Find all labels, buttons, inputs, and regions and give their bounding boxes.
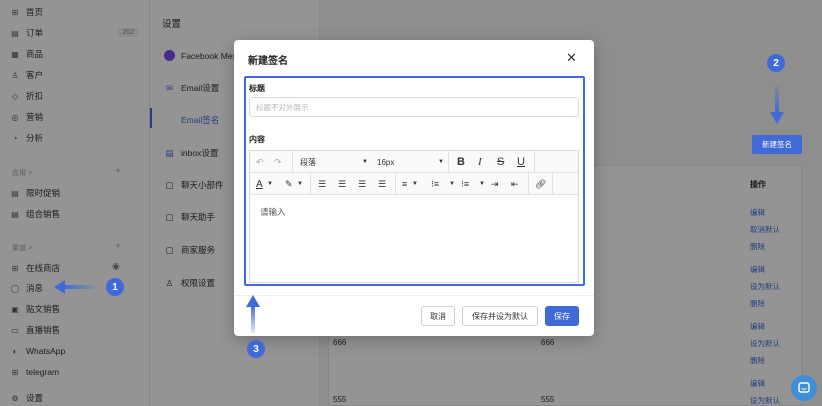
align-right-icon[interactable]: ☰ <box>358 177 366 191</box>
redo-icon[interactable]: ↷ <box>274 155 282 169</box>
chat-icon <box>798 382 810 393</box>
toolbar-divider <box>292 151 293 173</box>
annotation-arrow-left-icon <box>54 280 94 294</box>
highlight-color-icon[interactable]: ✎ <box>285 177 293 191</box>
toolbar-divider <box>534 151 535 173</box>
toolbar-divider <box>395 173 396 195</box>
font-color-icon[interactable]: A <box>256 177 263 191</box>
strikethrough-icon[interactable]: S <box>497 155 504 169</box>
chevron-down-icon[interactable]: ▼ <box>479 177 485 191</box>
font-size-select[interactable]: 16px <box>377 155 394 169</box>
paragraph-select[interactable]: 段落 <box>300 155 316 169</box>
new-signature-button[interactable]: 新建签名 <box>752 135 802 154</box>
chat-support-button[interactable] <box>791 375 817 401</box>
save-and-set-default-button[interactable]: 保存并设为默认 <box>462 306 538 326</box>
editor-placeholder: 请输入 <box>260 207 286 217</box>
toolbar-divider <box>552 173 553 195</box>
italic-icon[interactable]: I <box>478 155 482 169</box>
align-left-icon[interactable]: ☰ <box>318 177 326 191</box>
underline-icon[interactable]: U <box>517 155 525 169</box>
editor-toolbar-row-1: ↶ ↷ 段落 ▼ 16px ▼ B I S U <box>250 151 578 173</box>
bullet-list-icon[interactable]: ⁝≡ <box>431 177 439 191</box>
editor-content-area[interactable] <box>250 195 578 282</box>
outdent-icon[interactable]: ⇤ <box>511 177 519 191</box>
paragraph-select-value: 段落 <box>300 157 316 167</box>
chevron-down-icon[interactable]: ▼ <box>412 177 418 191</box>
undo-icon[interactable]: ↶ <box>256 155 264 169</box>
modal-footer-divider <box>234 295 594 296</box>
title-label: 标题 <box>249 84 265 93</box>
line-height-icon[interactable]: ≡ <box>402 177 407 191</box>
annotation-arrow-down-icon <box>770 86 784 124</box>
toolbar-divider <box>448 151 449 173</box>
align-center-icon[interactable]: ☰ <box>338 177 346 191</box>
chevron-down-icon[interactable]: ▼ <box>449 177 455 191</box>
save-button[interactable]: 保存 <box>545 306 579 326</box>
toolbar-divider <box>310 173 311 195</box>
signature-title-input[interactable] <box>249 97 579 117</box>
rich-text-editor: ↶ ↷ 段落 ▼ 16px ▼ B I S U A ▼ ✎ ▼ ☰ ☰ ☰ ☰ … <box>249 150 579 283</box>
indent-icon[interactable]: ⇥ <box>491 177 499 191</box>
cancel-button[interactable]: 取消 <box>421 306 455 326</box>
numbered-list-icon[interactable]: ⁝≡ <box>461 177 469 191</box>
chevron-down-icon[interactable]: ▼ <box>297 177 303 191</box>
chevron-down-icon[interactable]: ▼ <box>267 177 273 191</box>
annotation-number-3: 3 <box>247 340 265 358</box>
close-icon[interactable]: ✕ <box>566 50 577 66</box>
annotation-arrow-up-icon <box>246 295 260 333</box>
content-label: 内容 <box>249 135 265 144</box>
font-size-select-value: 16px <box>377 157 395 167</box>
editor-toolbar-row-2: A ▼ ✎ ▼ ☰ ☰ ☰ ☰ ≡ ▼ ⁝≡ ▼ ⁝≡ ▼ ⇥ ⇤ 🔗︎ <box>250 173 578 195</box>
new-signature-modal: 新建签名 ✕ 标题 内容 ↶ ↷ 段落 ▼ 16px ▼ B I S U A ▼… <box>234 40 594 336</box>
chevron-down-icon[interactable]: ▼ <box>362 155 368 169</box>
modal-title: 新建签名 <box>248 56 288 67</box>
annotation-number-1: 1 <box>106 278 124 296</box>
chevron-down-icon[interactable]: ▼ <box>438 155 444 169</box>
bold-icon[interactable]: B <box>457 155 465 169</box>
link-icon[interactable]: 🔗︎ <box>535 177 546 191</box>
annotation-number-2: 2 <box>767 54 785 72</box>
toolbar-divider <box>528 173 529 195</box>
align-justify-icon[interactable]: ☰ <box>378 177 386 191</box>
